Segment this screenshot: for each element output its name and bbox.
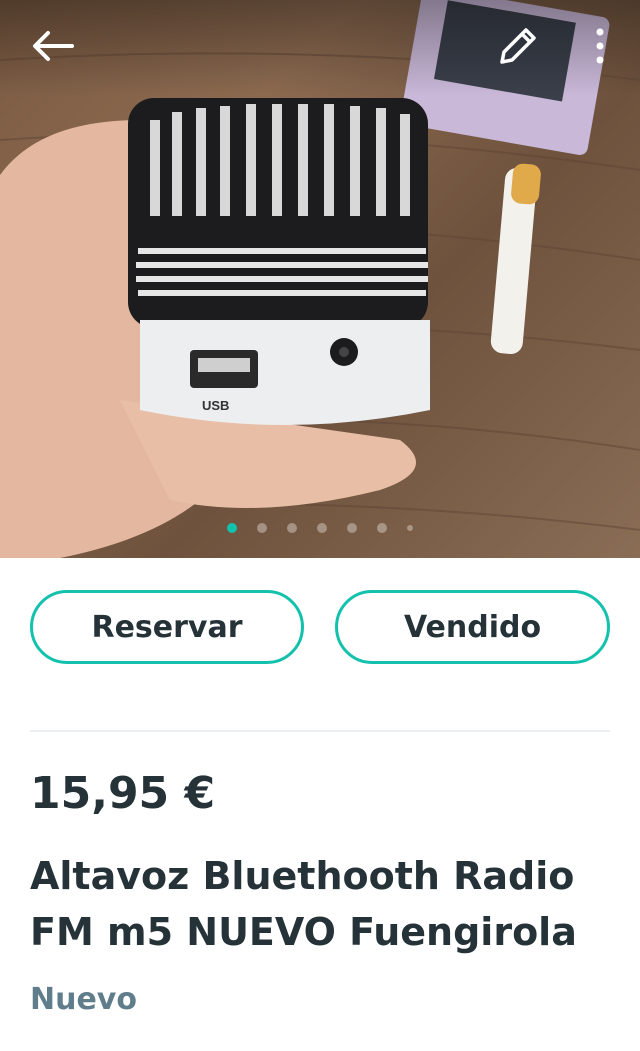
item-price: 15,95 € xyxy=(30,768,216,819)
item-title: Altavoz Bluethooth Radio FM m5 NUEVO Fue… xyxy=(30,854,577,954)
back-button[interactable] xyxy=(24,18,80,74)
reserve-button[interactable]: Reservar xyxy=(30,590,304,664)
page-dot-1[interactable] xyxy=(227,523,237,533)
pencil-icon xyxy=(500,28,536,64)
page-dot-3[interactable] xyxy=(287,523,297,533)
more-options-button[interactable] xyxy=(572,18,628,74)
page-dot-2[interactable] xyxy=(257,523,267,533)
more-vertical-icon xyxy=(596,28,604,64)
action-buttons: Reservar Vendido xyxy=(30,590,610,668)
usb-label: USB xyxy=(202,398,229,413)
arrow-left-icon xyxy=(33,31,74,61)
item-condition: Nuevo xyxy=(30,982,137,1017)
page-dot-5[interactable] xyxy=(347,523,357,533)
page-dot-7[interactable] xyxy=(407,525,413,531)
divider xyxy=(30,730,610,732)
gallery-pagination xyxy=(0,518,640,538)
page-dot-6[interactable] xyxy=(377,523,387,533)
page-dot-4[interactable] xyxy=(317,523,327,533)
product-photo[interactable]: USB xyxy=(0,0,640,558)
sold-button[interactable]: Vendido xyxy=(335,590,610,664)
edit-button[interactable] xyxy=(490,18,546,74)
